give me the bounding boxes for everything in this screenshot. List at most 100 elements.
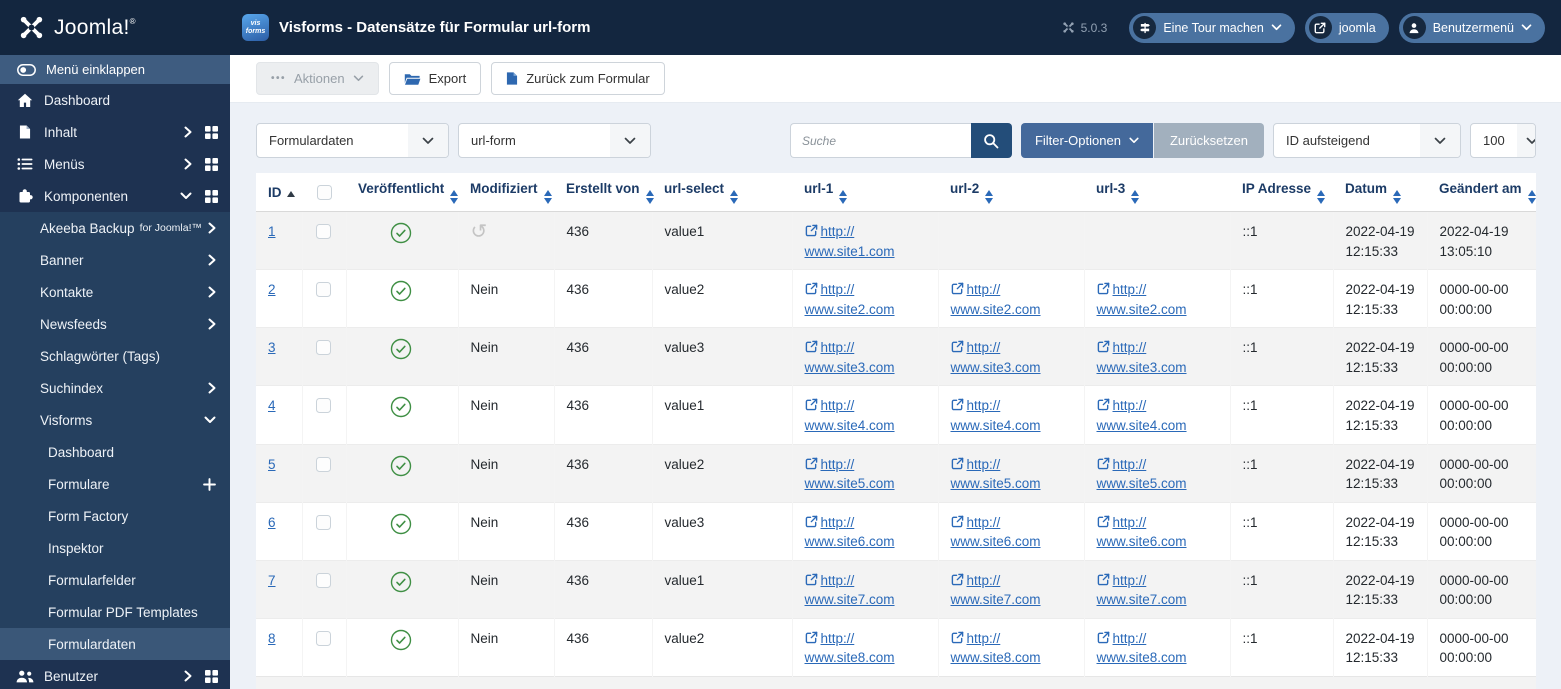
url-link[interactable]: http://www.site5.com — [1097, 457, 1187, 492]
actions-button[interactable]: ••• Aktionen — [256, 62, 379, 95]
record-id-link[interactable]: 1 — [268, 224, 276, 239]
user-menu-button[interactable]: Benutzermenü — [1398, 12, 1545, 43]
column-header-ip-adresse[interactable]: IP Adresse — [1230, 173, 1333, 212]
sidebar-item-newsfeeds[interactable]: Newsfeeds — [0, 308, 230, 340]
user-icon — [1402, 16, 1426, 39]
row-checkbox[interactable] — [315, 572, 331, 588]
url-link[interactable]: http://www.site4.com — [805, 398, 895, 433]
joomla-logo-icon — [18, 14, 45, 41]
published-icon[interactable] — [390, 455, 412, 483]
row-checkbox[interactable] — [315, 456, 331, 472]
column-header-url-select[interactable]: url-select — [652, 173, 792, 212]
back-to-form-button[interactable]: Zurück zum Formular — [491, 62, 665, 95]
record-id-link[interactable]: 5 — [268, 457, 276, 472]
url-link[interactable]: http://www.site3.com — [951, 340, 1041, 375]
published-icon[interactable] — [390, 513, 412, 541]
sidebar-item-formulare[interactable]: Formulare — [0, 468, 230, 500]
row-checkbox[interactable] — [315, 398, 331, 414]
column-header-erstellt-von[interactable]: Erstellt von — [554, 173, 654, 212]
column-header-url-1[interactable]: url-1 — [792, 173, 938, 212]
tour-button[interactable]: Eine Tour machen — [1129, 12, 1295, 43]
url-link[interactable]: http://www.site8.com — [951, 631, 1041, 666]
select-all-checkbox[interactable] — [316, 184, 332, 200]
column-header-ver-ffentlicht[interactable]: Veröffentlicht — [346, 173, 459, 212]
url-link[interactable]: http://www.site5.com — [951, 457, 1041, 492]
sidebar-item-komponenten[interactable]: Komponenten — [0, 180, 230, 212]
row-checkbox[interactable] — [315, 340, 331, 356]
row-checkbox[interactable] — [315, 514, 331, 530]
url-link[interactable]: http://www.site6.com — [1097, 515, 1187, 550]
record-id-link[interactable]: 8 — [268, 631, 276, 646]
url-link[interactable]: http://www.site8.com — [805, 631, 895, 666]
published-icon[interactable] — [390, 571, 412, 599]
column-label: IP Adresse — [1242, 181, 1312, 196]
url-link[interactable]: http://www.site5.com — [805, 457, 895, 492]
sidebar-item-formular-pdf-templates[interactable]: Formular PDF Templates — [0, 596, 230, 628]
sidebar-item-form-factory[interactable]: Form Factory — [0, 500, 230, 532]
url-link[interactable]: http://www.site4.com — [1097, 398, 1187, 433]
sidebar-item-benutzer[interactable]: Benutzer — [0, 660, 230, 689]
menu-collapse-button[interactable]: Menü einklappen — [0, 55, 230, 84]
url-link[interactable]: http://www.site8.com — [1097, 631, 1187, 666]
sidebar-item-inspektor[interactable]: Inspektor — [0, 532, 230, 564]
column-header-modifiziert[interactable]: Modifiziert — [458, 173, 554, 212]
column-header-url-3[interactable]: url-3 — [1084, 173, 1230, 212]
url-link[interactable]: http://www.site2.com — [805, 282, 895, 317]
sidebar-item-kontakte[interactable]: Kontakte — [0, 276, 230, 308]
column-header-url-2[interactable]: url-2 — [938, 173, 1084, 212]
url-link[interactable]: http://www.site2.com — [951, 282, 1041, 317]
site-preview-button[interactable]: joomla — [1304, 12, 1389, 43]
sidebar: Menü einklappen Dashboard Inhalt Menüs Komp… — [0, 55, 230, 689]
column-header-id[interactable]: ID — [256, 173, 302, 212]
record-id-link[interactable]: 3 — [268, 340, 276, 355]
context-select[interactable]: Formulardaten — [256, 123, 449, 158]
column-header-ge-ndert-am[interactable]: Geändert am — [1427, 173, 1536, 212]
record-id-link[interactable]: 7 — [268, 573, 276, 588]
url-link[interactable]: http://www.site6.com — [951, 515, 1041, 550]
sidebar-item-inhalt[interactable]: Inhalt — [0, 116, 230, 148]
reset-button[interactable]: Zurücksetzen — [1153, 123, 1264, 158]
joomla-wordmark: Joomla! — [54, 15, 130, 39]
sidebar-item-dashboard[interactable]: Dashboard — [0, 84, 230, 116]
url-link[interactable]: http://www.site1.com — [805, 224, 895, 259]
row-checkbox[interactable] — [315, 630, 331, 646]
filter-bar: Formulardaten url-form Filter-Opti — [256, 123, 1536, 158]
sidebar-item-akeeba-backup[interactable]: Akeeba Backup for Joomla!™ — [0, 212, 230, 244]
ip-address-value: ::1 — [1242, 282, 1258, 298]
published-icon[interactable] — [390, 629, 412, 657]
sidebar-item-suchindex[interactable]: Suchindex — [0, 372, 230, 404]
record-id-link[interactable]: 6 — [268, 515, 276, 530]
url-link[interactable]: http://www.site7.com — [805, 573, 895, 608]
url-link[interactable]: http://www.site3.com — [1097, 340, 1187, 375]
sidebar-item-visforms[interactable]: Visforms — [0, 404, 230, 436]
limit-select[interactable]: 100 — [1470, 123, 1536, 158]
filter-options-button[interactable]: Filter-Optionen — [1020, 123, 1153, 158]
published-icon[interactable] — [390, 396, 412, 424]
sidebar-item-formulardaten[interactable]: Formulardaten — [0, 628, 230, 660]
sidebar-item-dashboard[interactable]: Dashboard — [0, 436, 230, 468]
url-link[interactable]: http://www.site3.com — [805, 340, 895, 375]
published-icon[interactable] — [390, 222, 412, 250]
sidebar-item-formularfelder[interactable]: Formularfelder — [0, 564, 230, 596]
sort-select[interactable]: ID aufsteigend — [1273, 123, 1461, 158]
sidebar-item-label: Komponenten — [44, 188, 129, 204]
url-link[interactable]: http://www.site6.com — [805, 515, 895, 550]
row-checkbox[interactable] — [315, 224, 331, 239]
record-id-link[interactable]: 4 — [268, 398, 276, 413]
sidebar-item-schlagw-rter-tags[interactable]: Schlagwörter (Tags) — [0, 340, 230, 372]
row-checkbox[interactable] — [315, 282, 331, 298]
export-button[interactable]: Export — [388, 62, 482, 95]
record-id-link[interactable]: 2 — [268, 282, 276, 297]
sidebar-item-men-s[interactable]: Menüs — [0, 148, 230, 180]
url-link[interactable]: http://www.site7.com — [1097, 573, 1187, 608]
search-button[interactable] — [970, 123, 1012, 158]
published-icon[interactable] — [390, 338, 412, 366]
column-header-datum[interactable]: Datum — [1333, 173, 1427, 212]
url-link[interactable]: http://www.site7.com — [951, 573, 1041, 608]
sidebar-item-banner[interactable]: Banner — [0, 244, 230, 276]
search-input[interactable] — [789, 123, 971, 158]
published-icon[interactable] — [390, 280, 412, 308]
form-select[interactable]: url-form — [458, 123, 651, 158]
url-link[interactable]: http://www.site2.com — [1097, 282, 1187, 317]
url-link[interactable]: http://www.site4.com — [951, 398, 1041, 433]
